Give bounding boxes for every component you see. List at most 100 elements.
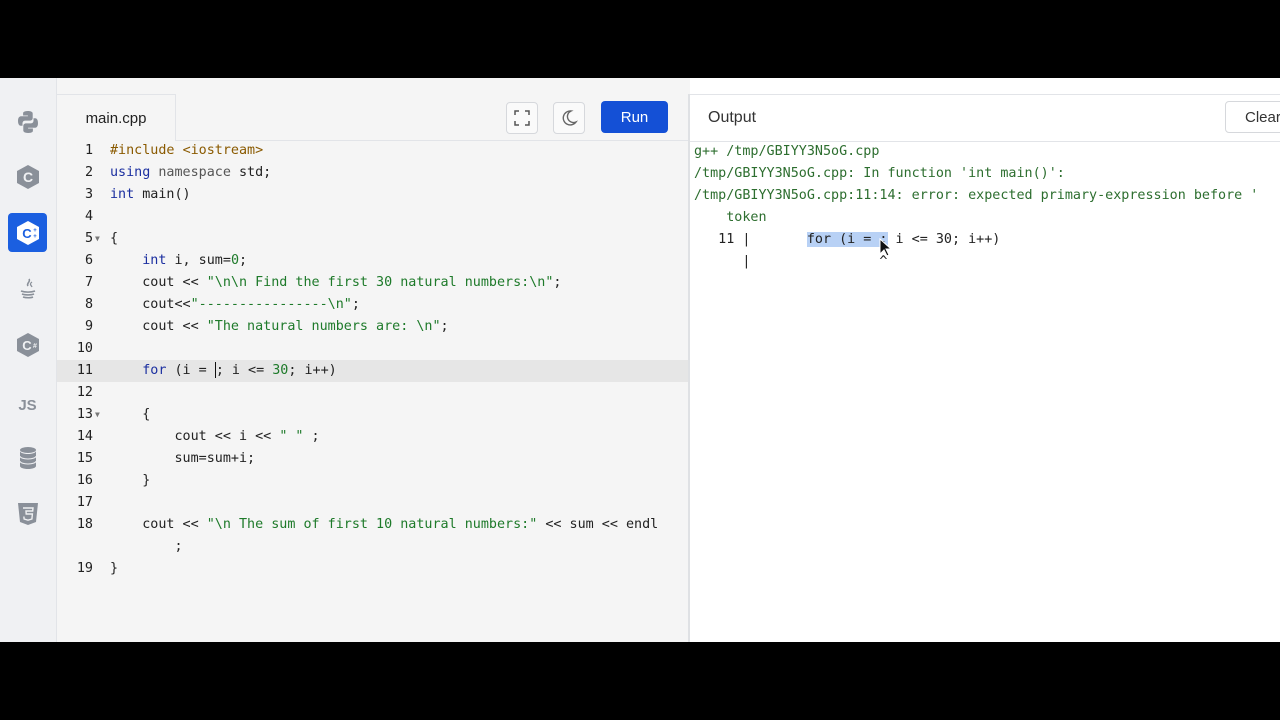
code-line: 2 using namespace std;	[57, 162, 688, 184]
fold-arrow-icon[interactable]: ▼	[95, 404, 100, 426]
code-text: }	[110, 473, 151, 488]
output-line: /tmp/GBIYY3N5oG.cpp: In function 'int ma…	[694, 166, 1065, 181]
code-text: cout << "\n\n Find the first 30 natural …	[110, 275, 562, 290]
output-panel: Output Clear g++ /tmp/GBIYY3N5oG.cpp /tm…	[690, 78, 1280, 642]
code-line-active: 11 for (i = ; i <= 30; i++)	[57, 360, 688, 382]
text-cursor	[214, 362, 216, 378]
language-cpp[interactable]: C + +	[8, 213, 47, 252]
language-html[interactable]	[8, 494, 47, 533]
selected-text: for (i = ;	[806, 232, 888, 247]
output-line: | ^	[694, 254, 888, 269]
line-number: 19	[76, 561, 93, 576]
code-line: 16 }	[57, 470, 688, 492]
language-java[interactable]	[8, 269, 47, 308]
cpp-icon: C ++	[16, 220, 39, 245]
code-text: for (i = ; i <= 30; i++)	[142, 362, 337, 378]
compiler-app: C C + + C # JS main.cpp Run 1 #include <…	[0, 78, 1280, 642]
code-line: 10	[57, 338, 688, 360]
code-line: 8 cout<<"----------------\n";	[57, 294, 688, 316]
code-line: 15 sum=sum+i;	[57, 448, 688, 470]
database-icon	[19, 446, 36, 469]
code-line: 1 #include <iostream>	[57, 140, 688, 162]
file-tab-main-cpp[interactable]: main.cpp	[57, 94, 176, 141]
line-number: 8	[84, 297, 93, 312]
python-icon	[17, 110, 38, 133]
code-text: ;	[110, 539, 183, 554]
mouse-pointer-icon	[879, 238, 891, 257]
code-line: 6 int i, sum=0;	[57, 250, 688, 272]
output-line-source: 11 | for (i = ; i <= 30; i++)	[694, 232, 1001, 247]
language-csharp[interactable]: C #	[8, 325, 47, 364]
line-number: 6	[84, 253, 93, 268]
code-line: 5 ▼ {	[57, 228, 688, 250]
fullscreen-icon	[514, 110, 530, 126]
clear-button[interactable]: Clear	[1225, 101, 1280, 133]
language-c[interactable]: C	[8, 157, 47, 196]
code-line: 17	[57, 492, 688, 514]
code-text: int main()	[110, 187, 191, 202]
run-button[interactable]: Run	[601, 101, 668, 133]
file-name: main.cpp	[85, 109, 147, 127]
language-sql[interactable]	[8, 438, 47, 477]
fold-arrow-icon[interactable]: ▼	[95, 228, 100, 250]
code-text: cout << "\n The sum of first 10 natural …	[110, 517, 659, 532]
js-icon: JS	[18, 397, 37, 414]
html5-icon	[17, 502, 38, 525]
code-line-wrap: ;	[57, 536, 688, 558]
output-console[interactable]: g++ /tmp/GBIYY3N5oG.cpp /tmp/GBIYY3N5oG.…	[694, 141, 1280, 273]
c-icon: C	[16, 164, 39, 189]
language-python[interactable]	[8, 102, 47, 141]
code-text: {	[110, 407, 151, 422]
output-header: Output Clear	[690, 94, 1280, 142]
java-icon	[20, 278, 35, 299]
output-title: Output	[708, 109, 757, 126]
language-sidebar: C C + + C # JS	[0, 78, 57, 642]
language-javascript[interactable]: JS	[8, 386, 47, 425]
code-line: 4	[57, 206, 688, 228]
line-number: 1	[84, 143, 93, 158]
line-number: 2	[84, 165, 93, 180]
line-number: 11	[76, 363, 93, 378]
code-line: 3 int main()	[57, 184, 688, 206]
svg-text:C: C	[22, 226, 32, 241]
moon-icon	[562, 110, 578, 126]
code-line: 13 ▼ {	[57, 404, 688, 426]
line-number: 16	[76, 473, 93, 488]
code-text: using namespace std;	[110, 165, 272, 180]
code-text: cout << "The natural numbers are: \n";	[110, 319, 449, 334]
line-number: 15	[76, 451, 93, 466]
line-number: 4	[84, 209, 93, 224]
code-line: 19}	[57, 558, 688, 580]
line-number: 10	[76, 341, 93, 356]
svg-text:C: C	[22, 338, 32, 353]
output-line: g++ /tmp/GBIYY3N5oG.cpp	[694, 144, 880, 159]
output-line: token	[694, 210, 767, 225]
csharp-icon: C #	[16, 332, 39, 357]
output-line: /tmp/GBIYY3N5oG.cpp:11:14: error: expect…	[694, 188, 1259, 203]
code-text: }	[110, 561, 119, 576]
line-number: 18	[76, 517, 93, 532]
theme-toggle-button[interactable]	[553, 102, 585, 134]
fullscreen-button[interactable]	[506, 102, 538, 134]
code-text: {	[110, 231, 119, 246]
code-text: sum=sum+i;	[110, 451, 256, 466]
line-number: 9	[84, 319, 93, 334]
line-number: 7	[84, 275, 93, 290]
line-number: 3	[84, 187, 93, 202]
line-number: 14	[76, 429, 93, 444]
code-text: int i, sum=0;	[142, 253, 248, 268]
code-line: 14 cout << i << " " ;	[57, 426, 688, 448]
code-text: cout<<"----------------\n";	[110, 297, 360, 312]
code-line: 9 cout << "The natural numbers are: \n";	[57, 316, 688, 338]
code-line: 12	[57, 382, 688, 404]
code-text: #include <iostream>	[110, 143, 264, 158]
svg-text:+: +	[33, 234, 37, 240]
line-number: 12	[76, 385, 93, 400]
line-number: 5	[84, 231, 93, 246]
run-label: Run	[620, 108, 649, 126]
code-text: cout << i << " " ;	[110, 429, 320, 444]
code-area[interactable]: 1 #include <iostream> 2 using namespace st…	[57, 140, 688, 580]
line-number: 13	[76, 407, 93, 422]
line-number: 17	[76, 495, 93, 510]
svg-text:C: C	[22, 169, 32, 185]
